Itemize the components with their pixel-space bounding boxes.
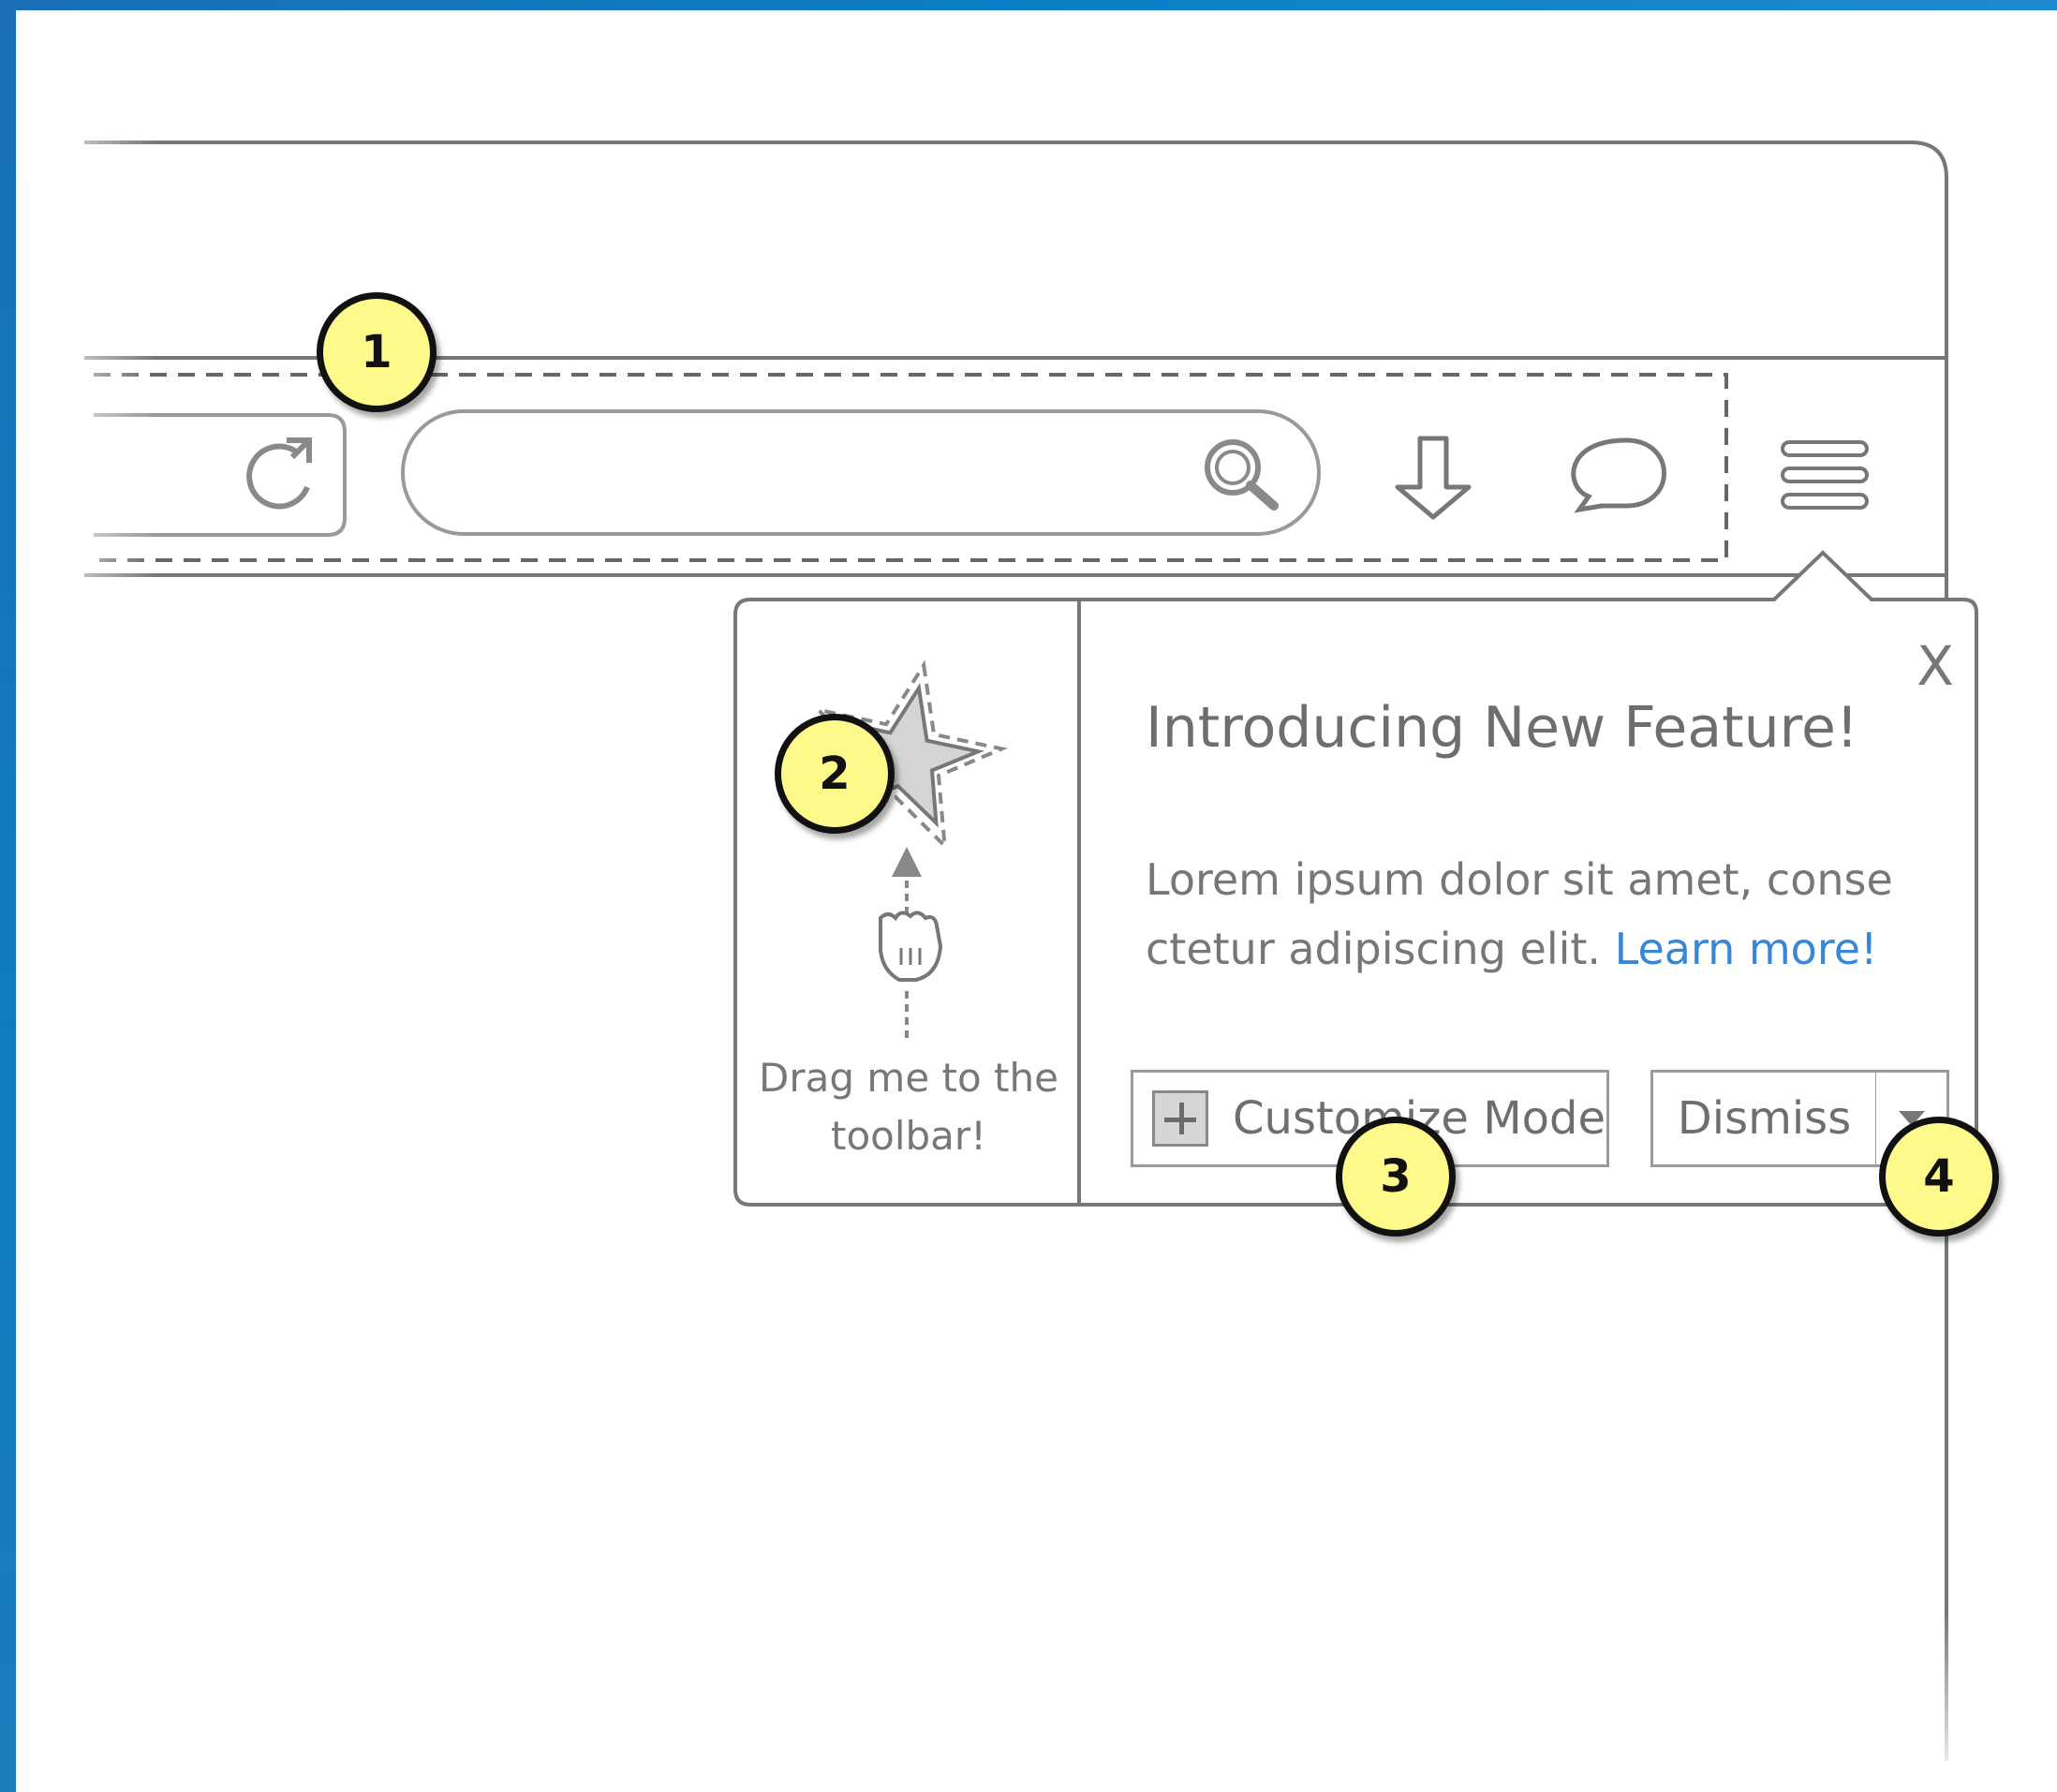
chat-icon[interactable] bbox=[1571, 437, 1666, 513]
menu-icon[interactable] bbox=[1781, 440, 1869, 510]
learn-more-link[interactable]: Learn more! bbox=[1615, 924, 1878, 974]
callout-4: 4 bbox=[1879, 1117, 1999, 1237]
close-button[interactable]: X bbox=[1909, 633, 1961, 699]
grab-hand-icon bbox=[879, 911, 943, 982]
download-icon[interactable] bbox=[1395, 436, 1472, 520]
popup-body: Lorem ipsum dolor sit amet, conse ctetur… bbox=[1146, 845, 1895, 984]
popup-title: Introducing New Feature! bbox=[1146, 695, 1858, 761]
plus-icon bbox=[1152, 1090, 1208, 1147]
drag-hint-text: Drag me to the toolbar! bbox=[759, 1055, 1058, 1159]
callout-1: 1 bbox=[317, 292, 437, 412]
dismiss-button[interactable]: Dismiss bbox=[1650, 1070, 1878, 1167]
reload-icon bbox=[246, 437, 312, 510]
callout-3: 3 bbox=[1336, 1117, 1456, 1237]
search-field[interactable] bbox=[401, 409, 1321, 536]
dismiss-label: Dismiss bbox=[1677, 1092, 1852, 1145]
callout-2: 2 bbox=[775, 714, 895, 834]
